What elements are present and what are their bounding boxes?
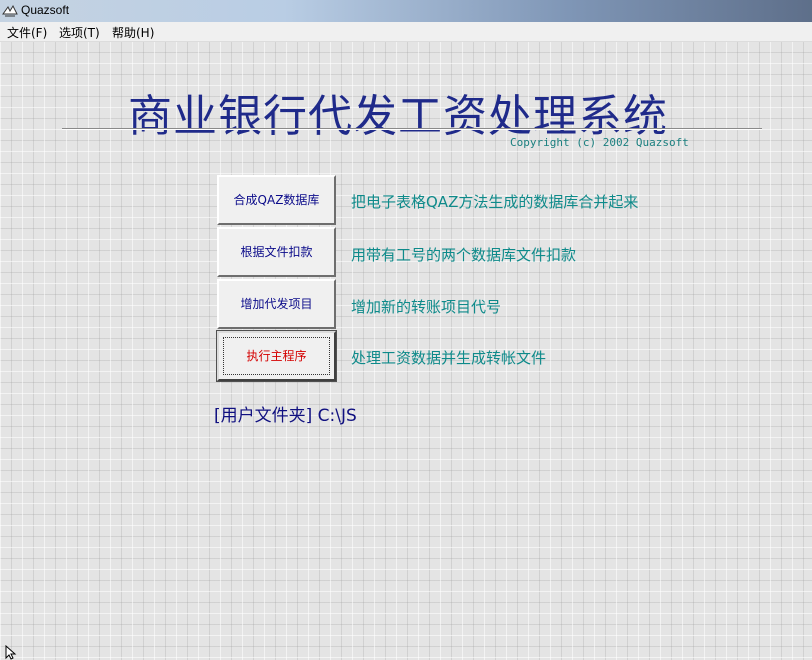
deduct-by-file-description: 用带有工号的两个数据库文件扣款 [351,246,577,264]
merge-qaz-database-button[interactable]: 合成QAZ数据库 [217,175,336,225]
menu-file[interactable]: 文件(F) [5,24,49,41]
menu-help[interactable]: 帮助(H) [110,24,156,41]
copyright-text: Copyright (c) 2002 Quazsoft [510,136,689,149]
user-folder-label: [用户文件夹] C:\JS [214,406,357,426]
run-main-program-description: 处理工资数据并生成转帐文件 [351,349,547,367]
app-icon [2,4,18,17]
menu-bar: 文件(F) 选项(T) 帮助(H) [0,22,812,42]
merge-qaz-database-description: 把电子表格QAZ方法生成的数据库合并起来 [351,193,639,211]
focus-indicator [223,337,330,375]
window-title: Quazsoft [21,3,70,17]
menu-options[interactable]: 选项(T) [57,24,102,41]
deduct-by-file-button[interactable]: 根据文件扣款 [217,227,336,277]
mouse-pointer-icon [5,645,17,660]
page-title: 商业银行代发工资处理系统 [128,91,668,142]
window-title-bar[interactable]: Quazsoft [0,0,812,23]
run-main-program-button[interactable]: 执行主程序 [216,330,337,382]
add-payroll-item-button[interactable]: 增加代发项目 [217,279,336,329]
title-divider [62,128,762,130]
add-payroll-item-description: 增加新的转账项目代号 [351,298,502,316]
